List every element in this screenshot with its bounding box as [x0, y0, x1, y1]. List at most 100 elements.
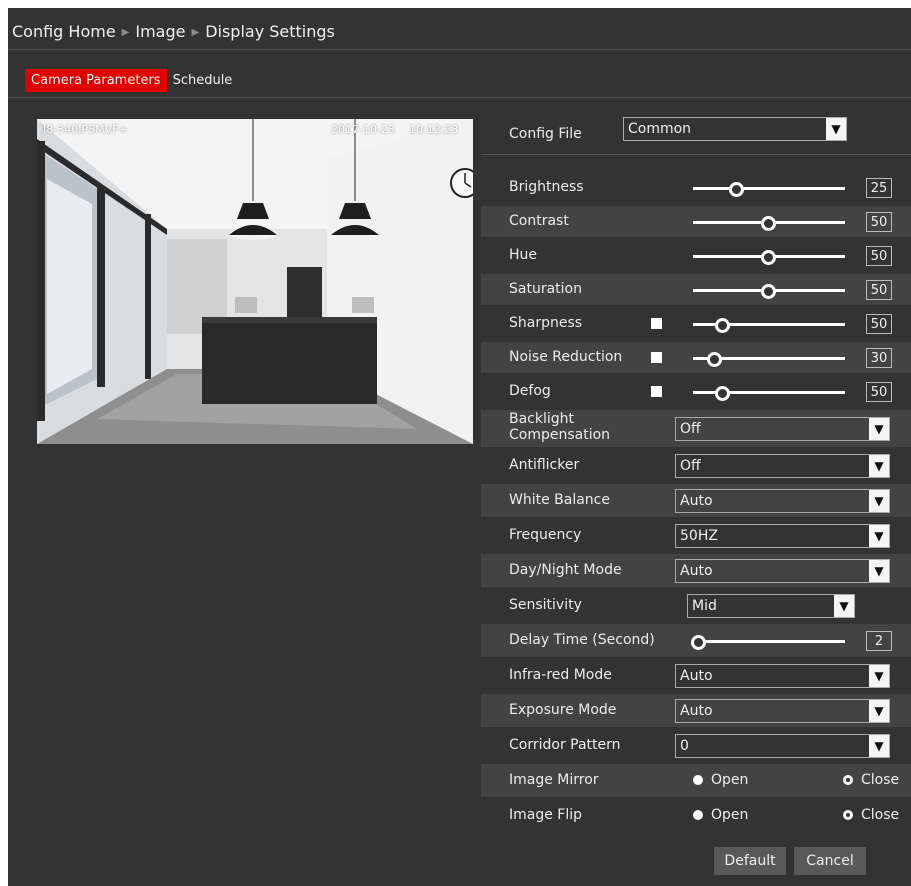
frequency-label: Frequency	[509, 527, 582, 543]
defog-checkbox[interactable]	[651, 386, 662, 397]
chevron-down-icon: ▼	[869, 735, 889, 757]
day-night-select[interactable]: Auto ▼	[675, 559, 890, 583]
exposure-select[interactable]: Auto ▼	[675, 699, 890, 723]
brightness-slider[interactable]	[693, 187, 845, 190]
image-flip-label: Image Flip	[509, 807, 583, 823]
antiflicker-label: Antiflicker	[509, 457, 580, 473]
time-overlay: 10:12:23	[409, 123, 459, 136]
date-overlay: 2017-10-23	[331, 123, 395, 136]
sharpness-slider-handle[interactable]	[715, 318, 730, 333]
default-button[interactable]: Default	[714, 847, 786, 875]
chevron-down-icon: ▼	[869, 525, 889, 547]
chevron-down-icon: ▼	[869, 418, 889, 440]
delay-time-value[interactable]: 2	[866, 631, 892, 651]
defog-slider-handle[interactable]	[715, 386, 730, 401]
noise-reduction-row: Noise Reduction 30	[481, 342, 911, 373]
backlight-label: Backlight Compensation	[509, 411, 610, 443]
sharpness-checkbox[interactable]	[651, 318, 662, 329]
frequency-value: 50HZ	[680, 528, 718, 544]
delay-time-label: Delay Time (Second)	[509, 632, 655, 648]
backlight-row: Backlight Compensation Off ▼	[481, 410, 911, 447]
brightness-value[interactable]: 25	[866, 178, 892, 198]
exposure-value: Auto	[680, 703, 713, 719]
config-file-value: Common	[628, 121, 692, 137]
exposure-label: Exposure Mode	[509, 702, 617, 718]
breadcrumb: Config Home ▶ Image ▶ Display Settings	[12, 22, 335, 41]
contrast-slider-handle[interactable]	[761, 216, 776, 231]
noise-reduction-slider-handle[interactable]	[707, 352, 722, 367]
settings-form: Config File Common ▼ Brightness 25 Contr…	[481, 8, 911, 886]
contrast-label: Contrast	[509, 213, 569, 229]
hue-label: Hue	[509, 247, 538, 263]
image-flip-open-label: Open	[711, 807, 749, 823]
tab-camera-parameters[interactable]: Camera Parameters	[25, 69, 167, 92]
radio-selected-icon	[843, 775, 853, 785]
frequency-row: Frequency 50HZ ▼	[481, 519, 911, 552]
sensitivity-row: Sensitivity Mid ▼	[481, 589, 911, 622]
delay-time-slider-handle[interactable]	[691, 635, 706, 650]
image-mirror-close-label: Close	[861, 772, 900, 788]
corridor-select[interactable]: 0 ▼	[675, 734, 890, 758]
chevron-down-icon: ▼	[869, 665, 889, 687]
white-balance-label: White Balance	[509, 492, 610, 508]
backlight-select[interactable]: Off ▼	[675, 417, 890, 441]
brightness-row: Brightness 25	[481, 172, 911, 203]
chevron-down-icon: ▼	[869, 560, 889, 582]
backlight-value: Off	[680, 421, 701, 437]
antiflicker-select[interactable]: Off ▼	[675, 454, 890, 478]
image-mirror-label: Image Mirror	[509, 772, 599, 788]
tab-bar: Camera Parameters Schedule	[25, 69, 238, 92]
image-mirror-row: Image Mirror Open Close	[481, 764, 911, 797]
saturation-slider-handle[interactable]	[761, 284, 776, 299]
image-flip-close-radio[interactable]: Close	[843, 807, 899, 823]
saturation-label: Saturation	[509, 281, 582, 297]
contrast-value[interactable]: 50	[866, 212, 892, 232]
breadcrumb-image[interactable]: Image	[135, 22, 185, 41]
defog-value[interactable]: 50	[866, 382, 892, 402]
white-balance-select[interactable]: Auto ▼	[675, 489, 890, 513]
sharpness-value[interactable]: 50	[866, 314, 892, 334]
chevron-down-icon: ▼	[826, 118, 846, 140]
tab-schedule[interactable]: Schedule	[167, 69, 239, 92]
breadcrumb-separator-icon: ▶	[191, 27, 200, 38]
backlight-label-line2: Compensation	[509, 427, 611, 443]
image-mirror-open-radio[interactable]: Open	[693, 772, 748, 788]
antiflicker-row: Antiflicker Off ▼	[481, 449, 911, 482]
brightness-slider-handle[interactable]	[729, 182, 744, 197]
infrared-row: Infra-red Mode Auto ▼	[481, 659, 911, 692]
image-flip-close-label: Close	[861, 807, 900, 823]
noise-reduction-checkbox[interactable]	[651, 352, 662, 363]
sensitivity-value: Mid	[692, 598, 717, 614]
frequency-select[interactable]: 50HZ ▼	[675, 524, 890, 548]
sharpness-label: Sharpness	[509, 315, 583, 331]
hue-value[interactable]: 50	[866, 246, 892, 266]
infrared-label: Infra-red Mode	[509, 667, 612, 683]
noise-reduction-value[interactable]: 30	[866, 348, 892, 368]
saturation-value[interactable]: 50	[866, 280, 892, 300]
infrared-select[interactable]: Auto ▼	[675, 664, 890, 688]
image-mirror-close-radio[interactable]: Close	[843, 772, 899, 788]
sensitivity-select[interactable]: Mid ▼	[687, 594, 855, 618]
defog-label: Defog	[509, 383, 551, 399]
day-night-label: Day/Night Mode	[509, 562, 622, 578]
brightness-label: Brightness	[509, 179, 584, 195]
breadcrumb-display-settings: Display Settings	[205, 22, 335, 41]
image-flip-row: Image Flip Open Close	[481, 799, 911, 832]
saturation-row: Saturation 50	[481, 274, 911, 305]
radio-unselected-icon	[693, 775, 703, 785]
cancel-button[interactable]: Cancel	[794, 847, 866, 875]
office-scene-image	[37, 119, 473, 444]
delay-time-slider[interactable]	[693, 640, 845, 643]
image-flip-open-radio[interactable]: Open	[693, 807, 748, 823]
exposure-row: Exposure Mode Auto ▼	[481, 694, 911, 727]
white-balance-row: White Balance Auto ▼	[481, 484, 911, 517]
defog-row: Defog 50	[481, 376, 911, 407]
config-file-label: Config File	[509, 126, 582, 142]
corridor-label: Corridor Pattern	[509, 737, 621, 753]
delay-time-row: Delay Time (Second) 2	[481, 624, 911, 657]
sensitivity-label: Sensitivity	[509, 597, 582, 613]
display-settings-panel: Config Home ▶ Image ▶ Display Settings Camer…	[8, 8, 911, 886]
hue-slider-handle[interactable]	[761, 250, 776, 265]
breadcrumb-config-home[interactable]: Config Home	[12, 22, 116, 41]
config-file-select[interactable]: Common ▼	[623, 117, 847, 141]
